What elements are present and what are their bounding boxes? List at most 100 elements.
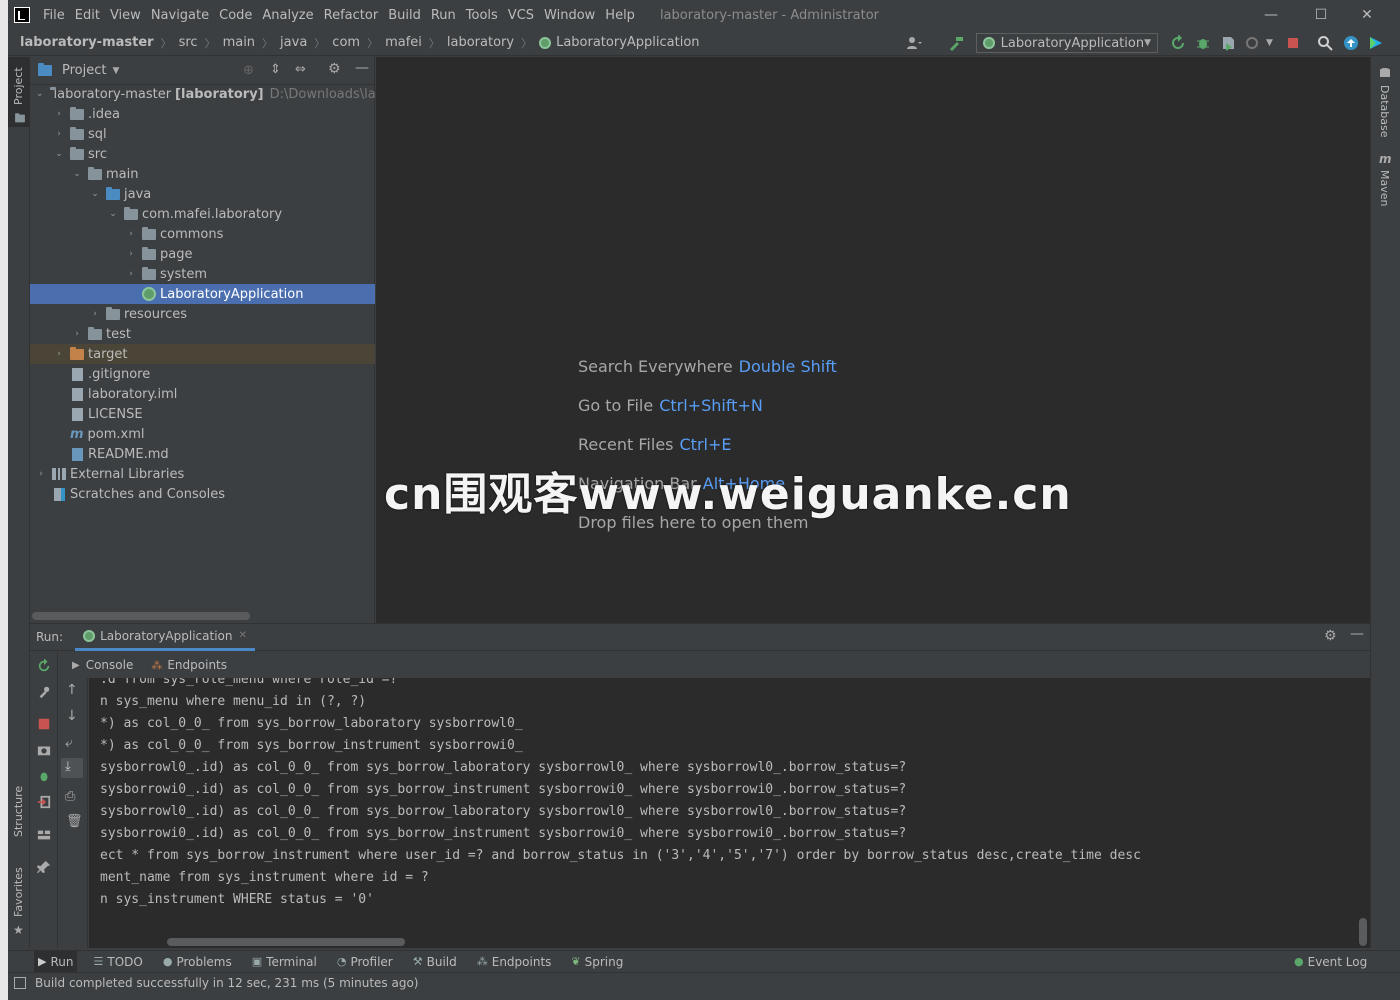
console-output[interactable]: .d from sys_role_menu where role_id =? n… <box>89 678 1370 948</box>
tree-row-pom-xml[interactable]: m pom.xml <box>30 424 375 444</box>
chevron-right-icon[interactable]: › <box>126 269 136 279</box>
update-icon[interactable] <box>1343 35 1359 51</box>
menu-navigate[interactable]: Navigate <box>146 8 214 23</box>
layout-icon[interactable] <box>37 828 51 842</box>
arrow-down-icon[interactable]: ↓ <box>66 708 78 724</box>
toggle-tool-windows-icon[interactable] <box>14 976 26 989</box>
tree-row-commons[interactable]: › commons <box>30 224 375 244</box>
breadcrumb-mafei[interactable]: mafei <box>385 35 422 50</box>
chevron-right-icon[interactable]: › <box>90 309 100 319</box>
gear-icon[interactable]: ⚙ <box>328 61 341 77</box>
scroll-to-end-button[interactable]: ⤓ <box>61 758 83 778</box>
rerun-icon[interactable] <box>1170 35 1186 51</box>
event-log-button[interactable]: ● Event Log <box>1290 951 1371 973</box>
soft-wrap-icon[interactable]: ⤶ <box>65 735 73 751</box>
rerun-icon[interactable] <box>37 659 51 673</box>
tree-row-idea[interactable]: › .idea <box>30 104 375 124</box>
wrench-icon[interactable] <box>37 685 51 699</box>
collapse-all-icon[interactable]: ⇔ <box>295 62 306 77</box>
tool-tab-endpoints[interactable]: ⁂ Endpoints <box>473 951 556 973</box>
tree-row-gitignore[interactable]: .gitignore <box>30 364 375 384</box>
coverage-icon[interactable] <box>1220 35 1236 51</box>
tree-row-scratches[interactable]: Scratches and Consoles <box>30 484 375 504</box>
project-view-selector[interactable]: Project <box>62 63 106 78</box>
chevron-right-icon[interactable]: › <box>54 349 64 359</box>
run-tab-laboratory-application[interactable]: LaboratoryApplication ✕ <box>75 624 255 651</box>
menu-edit[interactable]: Edit <box>70 8 105 23</box>
arrow-up-icon[interactable]: ↑ <box>66 682 78 698</box>
tree-row-page[interactable]: › page <box>30 244 375 264</box>
tool-tab-problems[interactable]: ● Problems <box>159 951 236 973</box>
tool-tab-terminal[interactable]: ▣ Terminal <box>248 951 321 973</box>
search-icon[interactable] <box>1317 35 1333 51</box>
menu-file[interactable]: File <box>38 8 70 23</box>
tree-row-main[interactable]: ⌄ main <box>30 164 375 184</box>
maven-tool-button[interactable]: m Maven <box>1371 152 1400 212</box>
favorites-tool-button[interactable]: Favorites ★ <box>8 867 30 937</box>
tree-row-system[interactable]: › system <box>30 264 375 284</box>
tool-tab-spring[interactable]: ❦ Spring <box>567 951 627 973</box>
breadcrumb-laboratory-application[interactable]: LaboratoryApplication <box>556 35 699 50</box>
subtab-endpoints[interactable]: ⁂ Endpoints <box>151 658 227 672</box>
project-tool-button[interactable]: Project <box>8 57 30 127</box>
chevron-down-icon[interactable]: ▼ <box>1266 38 1273 48</box>
gear-icon[interactable]: ⚙ <box>1324 628 1337 644</box>
minimize-button[interactable]: — <box>1248 0 1294 30</box>
debug-bug-icon[interactable] <box>1195 35 1211 51</box>
chevron-right-icon[interactable]: › <box>54 129 64 139</box>
hide-panel-icon[interactable]: — <box>355 60 369 76</box>
menu-vcs[interactable]: VCS <box>503 8 539 23</box>
chevron-down-icon[interactable]: ▼ <box>112 66 119 76</box>
tree-row-laboratory-application[interactable]: LaboratoryApplication <box>30 284 375 304</box>
tree-row-com-mafei-laboratory[interactable]: ⌄ com.mafei.laboratory <box>30 204 375 224</box>
close-tab-icon[interactable]: ✕ <box>238 630 246 641</box>
chevron-down-icon[interactable]: ⌄ <box>108 209 118 219</box>
menu-window[interactable]: Window <box>539 8 600 23</box>
tree-row-readme[interactable]: README.md <box>30 444 375 464</box>
tree-row-resources[interactable]: › resources <box>30 304 375 324</box>
chevron-down-icon[interactable]: ⌄ <box>90 189 100 199</box>
vertical-scrollbar[interactable] <box>1359 918 1367 946</box>
tree-row-test[interactable]: › test <box>30 324 375 344</box>
tree-row-license[interactable]: LICENSE <box>30 404 375 424</box>
chevron-right-icon[interactable]: › <box>54 109 64 119</box>
camera-icon[interactable] <box>37 743 51 757</box>
stop-icon[interactable] <box>1285 35 1301 51</box>
chevron-right-icon[interactable]: › <box>126 249 136 259</box>
expand-all-icon[interactable]: ⇕ <box>270 62 281 77</box>
menu-view[interactable]: View <box>105 8 146 23</box>
breadcrumb-com[interactable]: com <box>332 35 360 50</box>
chevron-down-icon[interactable]: ⌄ <box>36 89 44 99</box>
menu-build[interactable]: Build <box>383 8 426 23</box>
subtab-console[interactable]: ▶ Console <box>72 658 133 672</box>
tool-tab-run[interactable]: ▶ Run <box>34 950 78 973</box>
chevron-down-icon[interactable]: ⌄ <box>72 169 82 179</box>
structure-tool-button[interactable]: Structure <box>8 782 30 852</box>
tool-tab-profiler[interactable]: ◔ Profiler <box>333 951 397 973</box>
maximize-button[interactable]: ☐ <box>1298 0 1344 30</box>
tree-row-src[interactable]: ⌄ src <box>30 144 375 164</box>
menu-tools[interactable]: Tools <box>461 8 503 23</box>
database-tool-button[interactable]: Database <box>1371 65 1400 145</box>
chevron-right-icon[interactable]: › <box>72 329 82 339</box>
close-button[interactable]: ✕ <box>1344 0 1390 30</box>
debug-bug-icon[interactable] <box>37 769 51 783</box>
menu-help[interactable]: Help <box>600 8 640 23</box>
chevron-down-icon[interactable]: ⌄ <box>54 149 64 159</box>
breadcrumb-laboratory[interactable]: laboratory <box>447 35 514 50</box>
tree-row-laboratory-iml[interactable]: laboratory.iml <box>30 384 375 404</box>
horizontal-scrollbar[interactable] <box>167 938 405 946</box>
tree-row-target[interactable]: › target <box>30 344 375 364</box>
menu-run[interactable]: Run <box>426 8 461 23</box>
tool-tab-build[interactable]: ⚒ Build <box>409 951 461 973</box>
tree-row-external-libraries[interactable]: › External Libraries <box>30 464 375 484</box>
breadcrumb-project[interactable]: laboratory-master <box>20 35 154 50</box>
stop-icon[interactable] <box>37 717 51 731</box>
breadcrumb-java[interactable]: java <box>280 35 307 50</box>
login-icon[interactable] <box>37 795 51 809</box>
trash-icon[interactable]: 🗑 <box>66 814 83 829</box>
chevron-right-icon[interactable]: › <box>36 469 46 479</box>
menu-refactor[interactable]: Refactor <box>319 8 384 23</box>
hide-panel-icon[interactable]: — <box>1350 626 1364 642</box>
toolbox-icon[interactable] <box>1368 35 1384 51</box>
